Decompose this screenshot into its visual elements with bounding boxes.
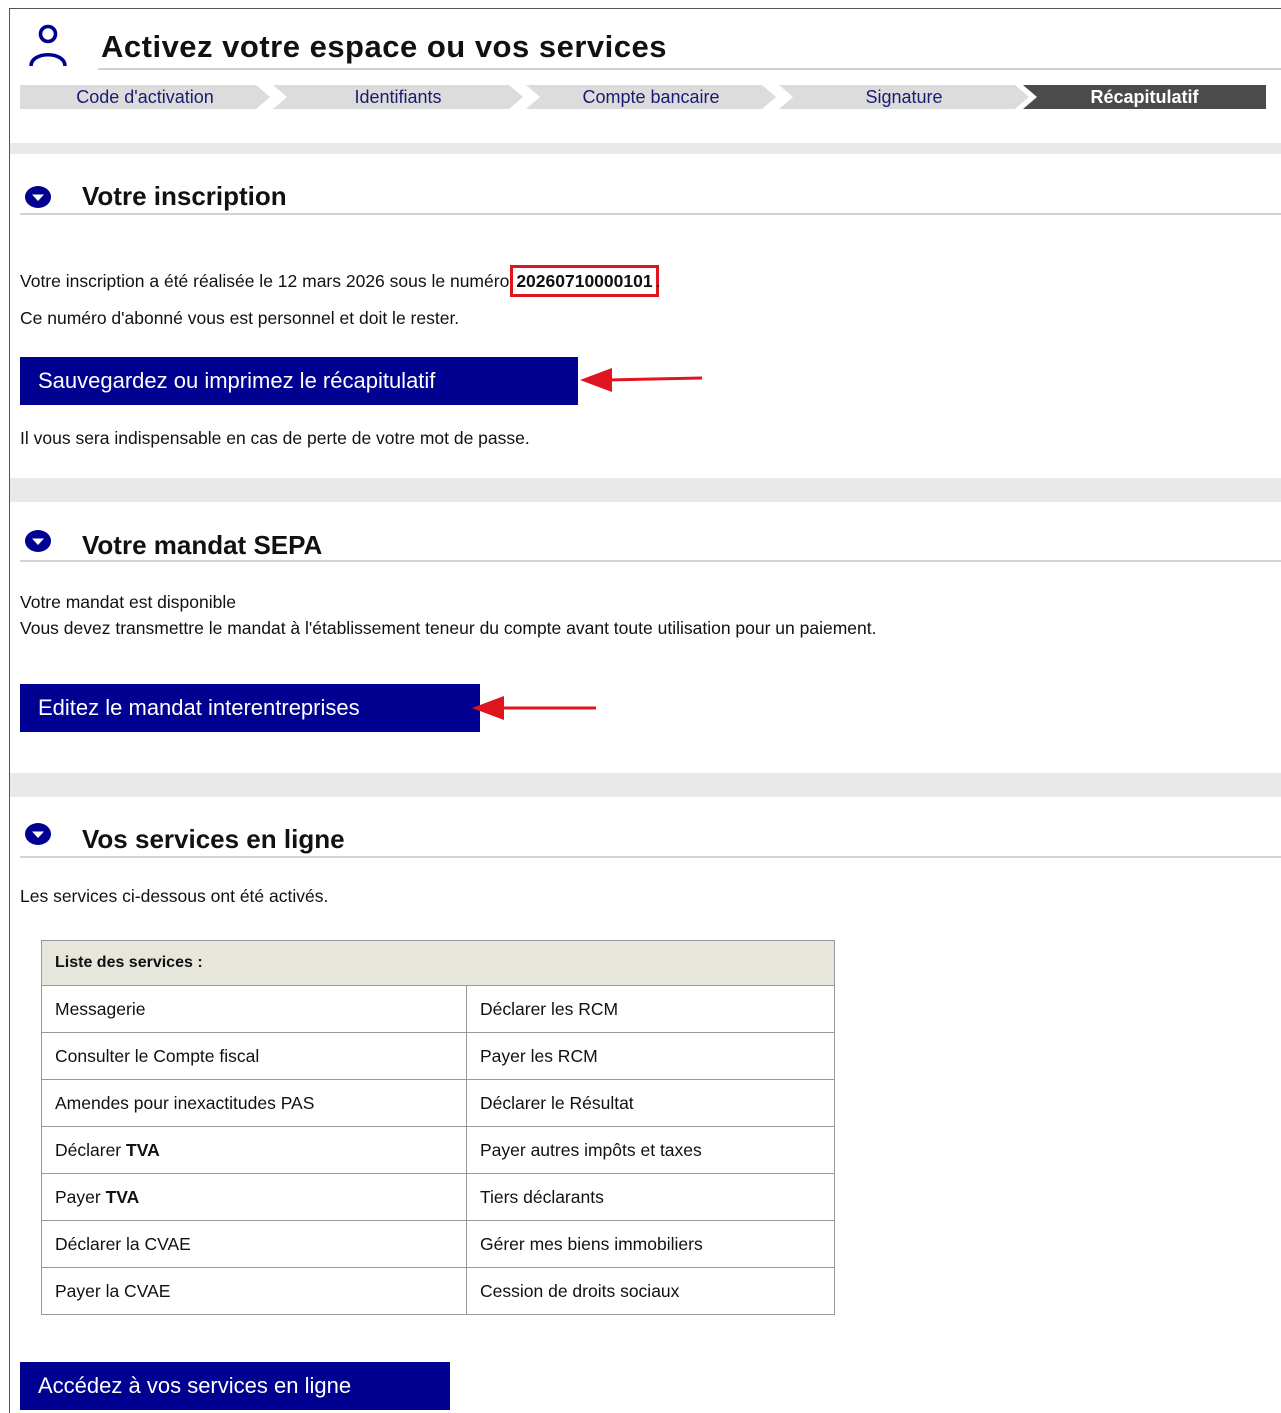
service-cell: Déclarer le Résultat bbox=[466, 1079, 835, 1127]
service-cell: Payer les RCM bbox=[466, 1032, 835, 1080]
section-separator bbox=[10, 773, 1281, 797]
service-cell: Amendes pour inexactitudes PAS bbox=[41, 1079, 467, 1127]
table-row: Consulter le Compte fiscal Payer les RCM bbox=[41, 1032, 835, 1080]
inscription-text-suffix: . bbox=[655, 271, 661, 291]
service-cell: Consulter le Compte fiscal bbox=[41, 1032, 467, 1080]
table-header-cell: Liste des services : bbox=[41, 940, 835, 986]
step-code-activation: Code d'activation bbox=[20, 85, 270, 109]
chevron-down-circle-icon bbox=[25, 823, 51, 845]
table-row: Amendes pour inexactitudes PAS Déclarer l… bbox=[41, 1079, 835, 1127]
table-header-row: Liste des services : bbox=[41, 940, 835, 986]
service-cell: Messagerie bbox=[41, 985, 467, 1033]
service-cell: Déclarer TVA bbox=[41, 1126, 467, 1174]
access-online-services-button[interactable]: Accédez à vos services en ligne bbox=[20, 1362, 450, 1410]
table-row: Payer TVA Tiers déclarants bbox=[41, 1173, 835, 1221]
service-name: Payer les RCM bbox=[480, 1045, 598, 1066]
service-cell: Gérer mes biens immobiliers bbox=[466, 1220, 835, 1268]
service-name: Déclarer la CVAE bbox=[55, 1233, 191, 1254]
services-intro-text: Les services ci-dessous ont été activés. bbox=[20, 886, 329, 906]
table-row: Payer la CVAE Cession de droits sociaux bbox=[41, 1267, 835, 1315]
service-name: Déclarer les RCM bbox=[480, 998, 619, 1019]
section-divider bbox=[20, 560, 1281, 562]
chevron-down-circle-icon bbox=[25, 530, 51, 552]
mandat-instruction-text: Vous devez transmettre le mandat à l'éta… bbox=[20, 618, 877, 638]
step-recapitulatif: Récapitulatif bbox=[1023, 85, 1266, 109]
service-name: Tiers déclarants bbox=[480, 1186, 604, 1207]
service-name: Payer la CVAE bbox=[55, 1280, 171, 1301]
inscription-text-prefix: Votre inscription a été réalisée le 12 m… bbox=[20, 271, 510, 291]
service-name-emphasis: TVA bbox=[126, 1139, 160, 1160]
section-separator bbox=[10, 143, 1281, 154]
service-name: Payer autres impôts et taxes bbox=[480, 1139, 702, 1160]
service-name: Déclarer bbox=[55, 1139, 126, 1160]
section-separator bbox=[10, 478, 1281, 502]
service-cell: Déclarer les RCM bbox=[466, 985, 835, 1033]
progress-stepper: Code d'activation Identifiants Compte ba… bbox=[20, 85, 1266, 109]
section-title-inscription: Votre inscription bbox=[82, 181, 287, 211]
service-name: Gérer mes biens immobiliers bbox=[480, 1233, 703, 1254]
section-divider bbox=[20, 213, 1281, 215]
table-row: Déclarer la CVAE Gérer mes biens immobili… bbox=[41, 1220, 835, 1268]
step-identifiants: Identifiants bbox=[273, 85, 523, 109]
password-loss-note: Il vous sera indispensable en cas de per… bbox=[20, 428, 530, 448]
service-cell: Payer TVA bbox=[41, 1173, 467, 1221]
services-table-body: Messagerie Déclarer les RCM Consulter le C… bbox=[41, 985, 835, 1315]
section-divider bbox=[20, 856, 1281, 858]
service-name-emphasis: TVA bbox=[105, 1186, 140, 1207]
subscriber-number: 20260710000101 bbox=[510, 265, 659, 297]
page-title: Activez votre espace ou vos services bbox=[101, 29, 667, 64]
inscription-confirmation-text: Votre inscription a été réalisée le 12 m… bbox=[20, 265, 661, 297]
title-divider bbox=[98, 68, 1281, 70]
service-cell: Cession de droits sociaux bbox=[466, 1267, 835, 1315]
annotation-arrow-icon bbox=[472, 696, 596, 720]
user-icon bbox=[29, 24, 67, 67]
service-cell: Déclarer la CVAE bbox=[41, 1220, 467, 1268]
service-name: Payer bbox=[55, 1186, 106, 1207]
edit-mandate-button[interactable]: Editez le mandat interentreprises bbox=[20, 684, 480, 732]
services-table: Liste des services : Messagerie Déclarer … bbox=[41, 940, 835, 1315]
service-name: Messagerie bbox=[55, 998, 146, 1019]
step-signature: Signature bbox=[779, 85, 1029, 109]
service-name: Amendes pour inexactitudes PAS bbox=[55, 1092, 315, 1113]
step-compte-bancaire: Compte bancaire bbox=[526, 85, 776, 109]
section-title-mandat: Votre mandat SEPA bbox=[82, 530, 323, 560]
service-cell: Payer la CVAE bbox=[41, 1267, 467, 1315]
chevron-down-circle-icon bbox=[25, 186, 51, 208]
service-cell: Tiers déclarants bbox=[466, 1173, 835, 1221]
table-row: Messagerie Déclarer les RCM bbox=[41, 985, 835, 1033]
table-row: Déclarer TVA Payer autres impôts et taxes bbox=[41, 1126, 835, 1174]
annotation-arrow-icon bbox=[580, 368, 703, 392]
service-name: Déclarer le Résultat bbox=[480, 1092, 634, 1113]
subscriber-number-notice: Ce numéro d'abonné vous est personnel et… bbox=[20, 308, 460, 328]
save-print-summary-button[interactable]: Sauvegardez ou imprimez le récapitulatif bbox=[20, 357, 578, 405]
mandat-available-text: Votre mandat est disponible bbox=[20, 592, 236, 612]
section-title-services: Vos services en ligne bbox=[82, 824, 345, 854]
service-name: Cession de droits sociaux bbox=[480, 1280, 680, 1301]
service-name: Consulter le Compte fiscal bbox=[55, 1045, 260, 1066]
service-cell: Payer autres impôts et taxes bbox=[466, 1126, 835, 1174]
